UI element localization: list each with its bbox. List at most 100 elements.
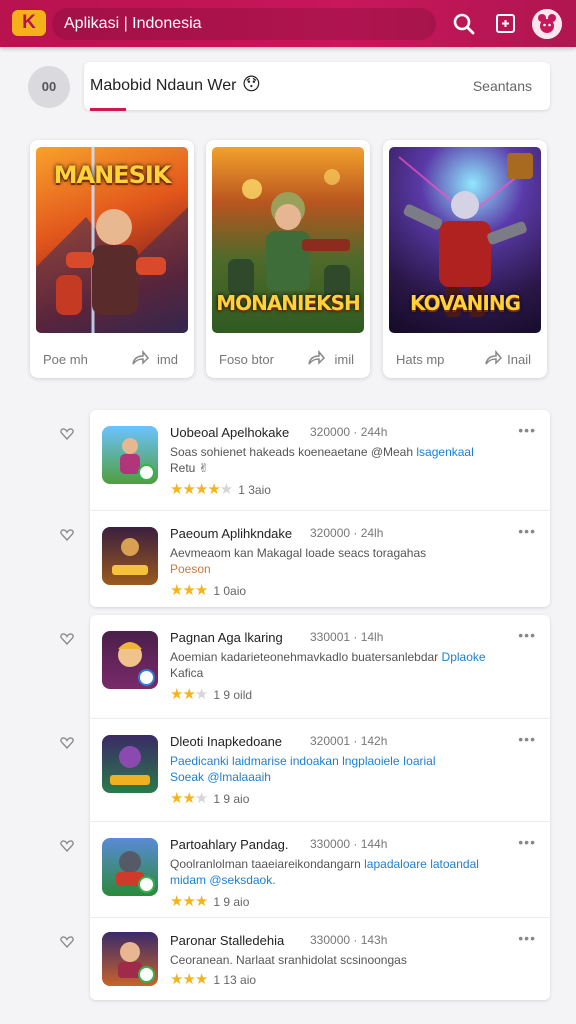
game-title: MONANIEKSH [216,291,361,315]
heart-icon[interactable] [60,428,74,440]
list-item[interactable]: Pagnan Aga lkaring 330001 · 14lh ••• Aoe… [60,615,550,715]
app-description: Soas sohienet hakeads koeneaetane @Meah … [170,445,474,459]
rating-stars: ★★★ [170,971,208,988]
list-item[interactable]: Dleoti Inapkedoane 320001 · 142h ••• Pae… [60,718,550,819]
title-search-pill[interactable]: Aplikasi | Indonesia [52,8,436,40]
app-icon[interactable] [102,426,158,484]
game-title: MANESIK [53,161,172,189]
rating-stars: ★★★ [170,582,208,599]
game-art: KOVANING [389,147,541,333]
more-options-icon[interactable]: ••• [518,422,536,438]
search-icon[interactable] [450,10,478,38]
list-item[interactable]: Uobeoal Apelhokake 320000 · 244h ••• Soa… [60,410,550,510]
app-description: Paedicanki laidmarise indoakan lngplaoie… [170,754,436,768]
app-icon[interactable] [102,527,158,585]
app-subtext: Poeson [170,562,211,576]
card-footer-left: Hats mp [396,352,445,367]
app-subtext: Kafica [170,666,204,680]
share-icon[interactable] [483,349,503,369]
app-description: Qoolranlolman taaeiareikondangarn lapada… [170,857,479,871]
game-card[interactable]: MONANIEKSH Foso btor imil [206,140,370,378]
app-description-link[interactable]: Dplaoke [442,650,486,664]
app-icon[interactable] [102,932,158,986]
app-meta: 320000 · 244h [310,425,388,439]
rating-count: 1 13 aio [213,973,257,987]
rating-count: 1 9 oild [213,688,253,702]
card-footer-left: Foso btor [219,352,274,367]
more-options-icon[interactable]: ••• [518,930,536,946]
app-rating: ★★★ 1 9 aio [170,789,249,807]
more-options-icon[interactable]: ••• [518,834,536,850]
rating-stars: ★★★ [170,686,208,703]
app-icon[interactable] [102,838,158,896]
app-name: Pagnan Aga lkaring [170,630,283,645]
app-subtext[interactable]: Soeak @lmalaaaih [170,770,271,784]
verified-badge-icon [138,966,155,983]
app-meta: 330000 · 143h [310,933,388,947]
heart-icon[interactable] [60,936,74,948]
rating-count: 1 9 aio [213,895,250,909]
heart-icon[interactable] [60,840,74,852]
card-footer-right[interactable]: Inail [507,352,531,367]
verified-badge-icon [138,876,155,893]
verified-badge-icon [138,464,155,481]
list-item[interactable]: Partoahlary Pandag. 330000 · 144h ••• Qo… [60,821,550,922]
app-meta: 330000 · 144h [310,837,388,851]
more-options-icon[interactable]: ••• [518,523,536,539]
rating-stars: ★★★★★ [170,481,233,498]
list-item[interactable]: Paronar Stalledehia 330000 · 143h ••• Ce… [60,917,550,1000]
rating-count: 1 3aio [238,483,271,497]
app-rating: ★★★ 1 9 aio [170,892,249,910]
avatar-icon[interactable] [532,9,562,39]
app-icon[interactable] [102,735,158,793]
heart-icon[interactable] [60,633,74,645]
rating-stars: ★★★ [170,893,208,910]
app-meta: 330001 · 14lh [310,630,384,644]
game-art: MANESIK [36,147,188,333]
share-icon[interactable] [306,349,326,369]
app-name: Dleoti Inapkedoane [170,734,283,749]
app-list-group: Uobeoal Apelhokake 320000 · 244h ••• Soa… [60,410,550,607]
header-card: Mabobid Ndaun Wer 😯 Seantans [84,62,550,110]
app-name: Paeoum Aplihkndake [170,526,293,541]
verified-badge-icon [138,669,155,686]
app-icon[interactable] [102,631,158,689]
app-name: Partoahlary Pandag. [170,837,289,852]
app-subtext: Retu ✌ [170,461,209,475]
more-options-icon[interactable]: ••• [518,627,536,643]
app-subtext[interactable]: midam @seksdaok. [170,873,276,887]
heart-icon[interactable] [60,529,74,541]
app-description: Ceoranean. Narlaat sranhidolat scsinoong… [170,953,407,967]
game-title: KOVANING [410,291,521,315]
app-list-group: Pagnan Aga lkaring 330001 · 14lh ••• Aoe… [60,615,550,1000]
profile-avatar[interactable]: 00 [28,66,70,108]
app-meta: 320001 · 142h [310,734,388,748]
more-options-icon[interactable]: ••• [518,731,536,747]
heart-icon[interactable] [60,737,74,749]
app-description: Aevmeaom kan Makagal loade seacs toragah… [170,546,427,560]
share-icon[interactable] [130,349,150,369]
app-name: Uobeoal Apelhokake [170,425,290,440]
app-description-link[interactable]: lngplaoiele Ioarial [342,754,435,768]
app-rating: ★★★ 1 9 oild [170,685,252,703]
card-footer-right[interactable]: imd [157,352,178,367]
game-card[interactable]: MANESIK Poe mh imd [30,140,194,378]
list-item[interactable]: Paeoum Aplihkndake 320000 · 24lh ••• Aev… [60,510,550,611]
app-title: Aplikasi | Indonesia [64,15,202,32]
game-card[interactable]: KOVANING Hats mp Inail [383,140,547,378]
app-logo[interactable]: K [12,10,46,36]
app-description-link[interactable]: lsagenkaal [416,445,473,459]
rating-count: 1 9 aio [213,792,250,806]
square-icon[interactable] [492,10,520,38]
app-rating: ★★★ 1 13 aio [170,970,256,988]
game-art: MONANIEKSH [212,147,364,333]
top-app-bar: K Aplikasi | Indonesia [0,0,576,47]
profile-name: Mabobid Ndaun Wer [90,77,237,94]
app-description-link[interactable]: lapadaloare latoandal [364,857,479,871]
app-name: Paronar Stalledehia [170,933,285,948]
rating-stars: ★★★ [170,790,208,807]
app-rating: ★★★★★ 1 3aio [170,480,271,498]
app-rating: ★★★ 1 0aio [170,581,246,599]
card-footer-right[interactable]: imil [335,352,355,367]
header-right-label[interactable]: Seantans [473,78,532,94]
